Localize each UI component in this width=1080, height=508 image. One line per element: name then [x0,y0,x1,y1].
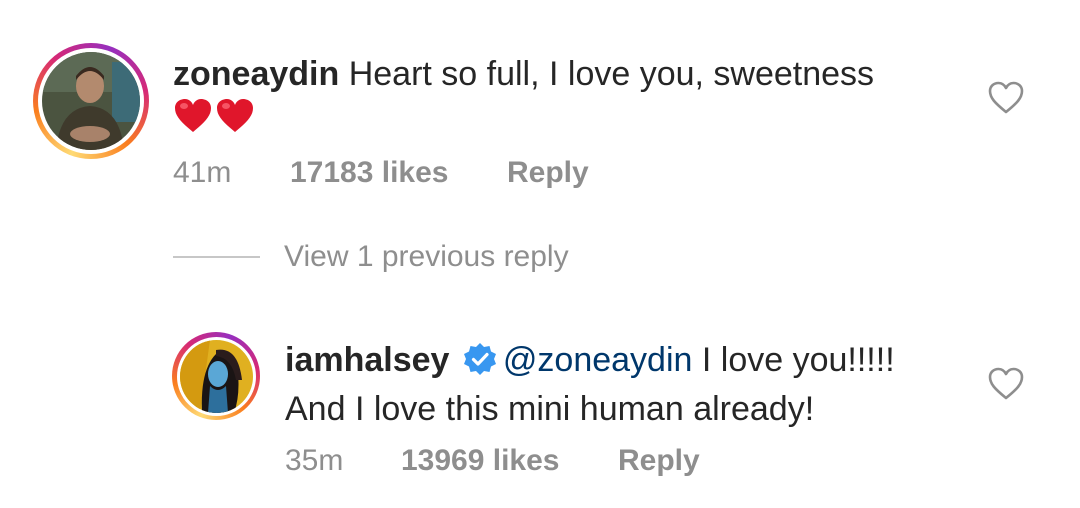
like-heart-icon[interactable] [988,81,1024,115]
comment-text: Heart so full, I love you, sweetness [348,55,875,93]
view-replies-label: View 1 previous reply [284,240,569,273]
reply-button[interactable]: Reply [507,156,589,190]
comment-iamhalsey: iamhalsey @zoneaydin I love you!!!!! And… [0,320,1080,508]
username[interactable]: zoneaydin [173,55,339,93]
comment-text-line2: And I love this mini human already! [285,390,815,428]
likes-count[interactable]: 17183 likes [290,156,507,190]
comment-text-line1: I love you!!!!! [692,341,895,379]
likes-count[interactable]: 13969 likes [401,444,618,478]
view-previous-replies-button[interactable]: View 1 previous reply [173,240,569,274]
timestamp: 35m [285,444,344,477]
comment-meta: 35m 13969 likes Reply [285,444,700,478]
timestamp: 41m [173,156,232,189]
like-heart-icon[interactable] [988,367,1024,401]
heart-emoji-icon [173,98,953,145]
comment-body: zoneaydin Heart so full, I love you, swe… [173,52,953,145]
mention-link[interactable]: @zoneaydin [503,341,693,379]
verified-badge-icon [463,342,497,387]
comment-zoneaydin: zoneaydin Heart so full, I love you, swe… [0,0,1080,230]
user-photo-icon [179,339,253,413]
comment-meta: 41m 17183 likes Reply [173,156,589,190]
user-photo-icon [42,52,140,150]
username[interactable]: iamhalsey [285,341,449,379]
divider [173,256,260,258]
avatar[interactable] [172,332,260,420]
comment-body: iamhalsey @zoneaydin I love you!!!!! And… [285,338,965,431]
reply-button[interactable]: Reply [618,444,700,478]
avatar[interactable] [33,43,149,159]
